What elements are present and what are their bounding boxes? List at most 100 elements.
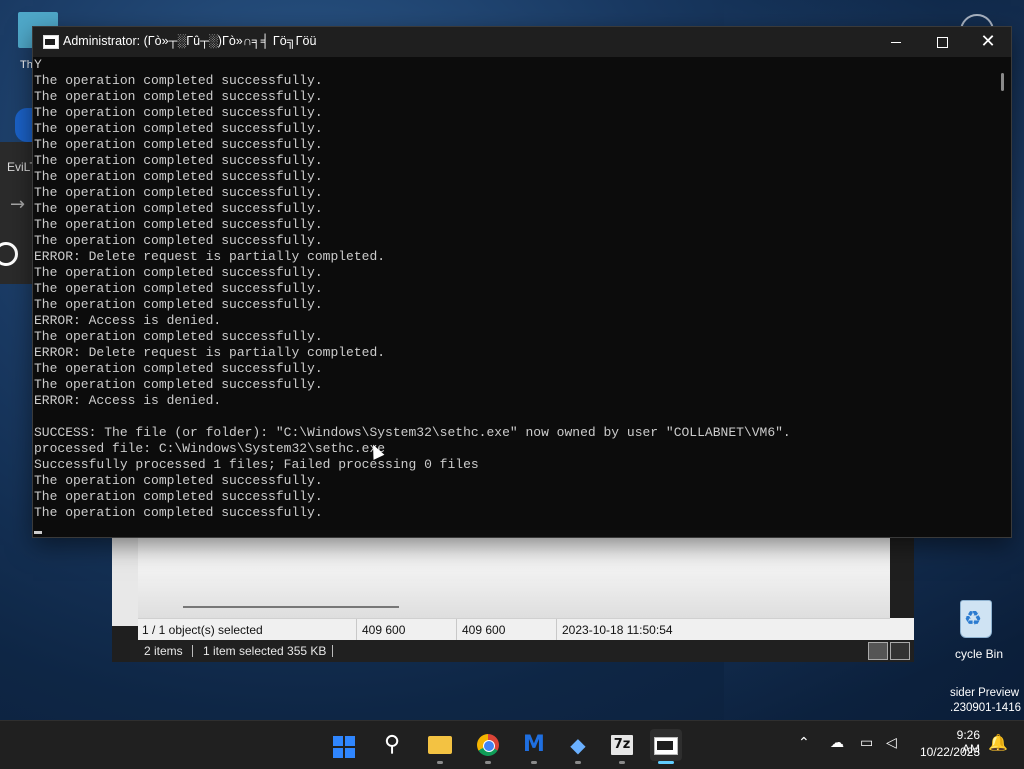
clock-date[interactable]: 10/22/2023 <box>914 745 980 759</box>
terminal-line: The operation completed successfully. <box>34 153 323 168</box>
terminal-line: The operation completed successfully. <box>34 121 323 136</box>
terminal-line: ERROR: Delete request is partially compl… <box>34 345 386 360</box>
status-grip <box>890 618 914 640</box>
terminal-line: Y <box>34 57 42 72</box>
terminal-line: The operation completed successfully. <box>34 489 323 504</box>
minimize-icon <box>891 41 901 43</box>
cmd-app-icon <box>43 35 59 49</box>
volume-icon[interactable]: ◁ <box>886 735 897 751</box>
tiles-view-button[interactable] <box>890 642 910 660</box>
terminal-line: The operation completed successfully. <box>34 329 323 344</box>
title-bar[interactable]: Administrator: (Γò»┬░Γû┬░)Γò»∩╕╡ Γö╗Γöü … <box>33 27 1011 57</box>
modified-date: 2023-10-18 11:50:54 <box>562 623 673 637</box>
item-count: 2 items <box>144 644 183 658</box>
taskbar: ⚲ M ◆ 7z ⌃ ☁ ▭ ◁ 9:26 AM 10/22/2023 🔔 <box>0 720 1024 769</box>
recycle-symbol-icon: ♻ <box>964 606 982 630</box>
explorer-status-bar: 2 items 1 item selected 355 KB <box>130 640 914 662</box>
start-button[interactable] <box>328 729 360 761</box>
terminal-line: The operation completed successfully. <box>34 89 323 104</box>
terminal-line: The operation completed successfully. <box>34 473 323 488</box>
side-panel: EviLT → <box>0 142 37 284</box>
close-button[interactable]: ✕ <box>965 27 1011 57</box>
window-title: Administrator: (Γò»┬░Γû┬░)Γò»∩╕╡ Γö╗Γöü <box>63 34 317 48</box>
onedrive-icon[interactable]: ☁ <box>830 735 844 751</box>
arrow-right-icon[interactable]: → <box>10 194 25 215</box>
terminal-line: The operation completed successfully. <box>34 201 323 216</box>
search-button[interactable]: ⚲ <box>376 729 408 761</box>
watermark-line-2: .230901-1416 <box>950 702 1021 714</box>
terminal-line: Successfully processed 1 files; Failed p… <box>34 457 479 472</box>
divider <box>456 619 457 641</box>
terminal-icon <box>654 737 678 755</box>
terminal-line: The operation completed successfully. <box>34 233 323 248</box>
terminal-line: ERROR: Delete request is partially compl… <box>34 249 386 264</box>
terminal-line: The operation completed successfully. <box>34 281 323 296</box>
chrome-logo-icon <box>0 242 18 266</box>
network-icon[interactable]: ▭ <box>860 735 873 751</box>
search-icon: ⚲ <box>383 732 401 757</box>
terminal-line: SUCCESS: The file (or folder): "C:\Windo… <box>34 425 791 440</box>
terminal-line: ERROR: Access is denied. <box>34 393 222 408</box>
chrome-icon <box>477 734 499 756</box>
minimize-button[interactable] <box>873 27 919 57</box>
terminal-line: The operation completed successfully. <box>34 217 323 232</box>
file-status-row: 1 / 1 object(s) selected 409 600 409 600… <box>138 618 890 641</box>
terminal-line: The operation completed successfully. <box>34 505 323 520</box>
terminal-line: The operation completed successfully. <box>34 377 323 392</box>
terminal-line: processed file: C:\Windows\System32\seth… <box>34 441 386 456</box>
file-explorer-button[interactable] <box>424 729 456 761</box>
active-indicator <box>658 761 674 764</box>
terminal-button[interactable] <box>650 729 682 761</box>
running-indicator <box>575 761 581 764</box>
malwarebytes-icon: M <box>523 732 545 757</box>
chrome-button[interactable] <box>472 729 504 761</box>
terminal-line: ERROR: Access is denied. <box>34 313 222 328</box>
size-value-1: 409 600 <box>362 623 406 637</box>
notification-bell-icon[interactable]: 🔔 <box>988 733 1008 752</box>
scrollbar-thumb[interactable] <box>1001 73 1004 91</box>
running-indicator <box>437 761 443 764</box>
divider <box>356 619 357 641</box>
divider <box>332 645 333 657</box>
text-cursor <box>34 531 42 534</box>
recycle-bin-label: cycle Bin <box>955 647 1004 661</box>
divider <box>556 619 557 641</box>
terminal-line: The operation completed successfully. <box>34 297 323 312</box>
terminal-line: The operation completed successfully. <box>34 185 323 200</box>
size-value-2: 409 600 <box>462 623 506 637</box>
7zip-icon: 7z <box>611 735 633 755</box>
insider-watermark: sider Preview .230901-1416 <box>950 686 1021 716</box>
chevron-up-icon[interactable]: ⌃ <box>798 735 810 751</box>
terminal-line: The operation completed successfully. <box>34 137 323 152</box>
maximize-button[interactable] <box>919 27 965 57</box>
file-manager-window: 1 / 1 object(s) selected 409 600 409 600… <box>112 536 914 662</box>
terminal-line: The operation completed successfully. <box>34 361 323 376</box>
maximize-icon <box>936 36 948 48</box>
terminal-line: The operation completed successfully. <box>34 105 323 120</box>
watermark-line-1: sider Preview <box>950 687 1020 699</box>
command-prompt-window[interactable]: Administrator: (Γò»┬░Γû┬░)Γò»∩╕╡ Γö╗Γöü … <box>33 27 1011 537</box>
7zip-button[interactable]: 7z <box>606 729 638 761</box>
terminal-line: The operation completed successfully. <box>34 73 323 88</box>
recycle-bin-icon[interactable]: ♻ <box>954 596 998 640</box>
malwarebytes-button[interactable]: M <box>518 729 550 761</box>
vertical-scrollbar[interactable] <box>995 57 1011 537</box>
windows-logo-icon <box>332 735 356 759</box>
details-view-button[interactable] <box>868 642 888 660</box>
folder-icon <box>428 736 452 754</box>
terminal-line: The operation completed successfully. <box>34 265 323 280</box>
running-indicator <box>619 761 625 764</box>
running-indicator <box>485 761 491 764</box>
running-indicator <box>531 761 537 764</box>
remote-app-icon: ◆ <box>570 733 586 757</box>
divider <box>192 645 193 657</box>
remote-app-button[interactable]: ◆ <box>562 729 594 761</box>
terminal-output[interactable]: Y The operation completed successfully. Th… <box>34 57 994 535</box>
file-list-area[interactable] <box>138 536 890 618</box>
selected-info: 1 item selected 355 KB <box>203 644 327 658</box>
terminal-line: The operation completed successfully. <box>34 169 323 184</box>
horizontal-scrollbar[interactable] <box>183 606 399 608</box>
close-icon: ✕ <box>980 31 996 52</box>
selection-status: 1 / 1 object(s) selected <box>142 623 263 637</box>
